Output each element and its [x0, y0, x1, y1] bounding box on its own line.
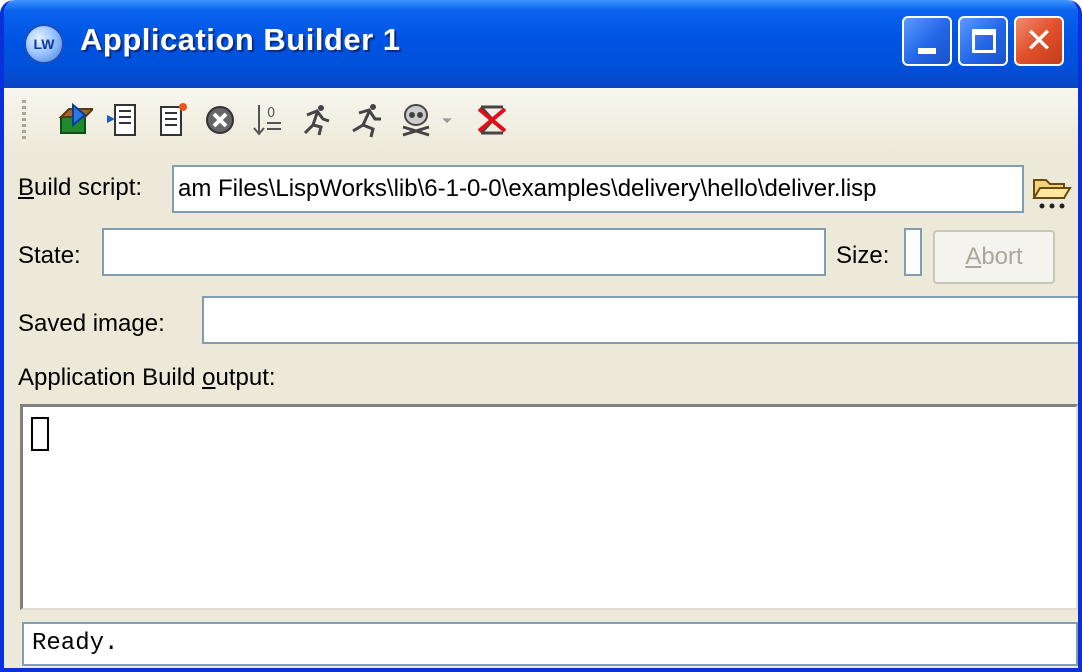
build-script-value: am Files\LispWorks\lib\6-1-0-0\examples\…	[178, 175, 877, 202]
status-text: Ready.	[32, 630, 119, 657]
build-output-pane[interactable]	[20, 404, 1078, 610]
sort-icon: 0	[253, 105, 281, 136]
toolbar-grip[interactable]	[22, 100, 26, 140]
clear-icon	[477, 105, 507, 135]
saved-image-label: Saved image:	[18, 310, 165, 337]
saved-image-field[interactable]	[202, 296, 1078, 344]
minimize-button[interactable]	[902, 16, 952, 66]
status-bar: Ready.	[22, 622, 1078, 666]
minimize-icon	[918, 48, 936, 54]
toolbar: 0	[4, 88, 1078, 152]
size-label: Size:	[836, 242, 890, 269]
close-button[interactable]: ✕	[1014, 16, 1064, 66]
abort-button[interactable]: Abort	[933, 230, 1055, 284]
stop-button[interactable]	[198, 98, 242, 142]
new-script-button[interactable]	[150, 98, 194, 142]
dropdown-arrow-icon	[442, 118, 452, 124]
skull-icon	[402, 104, 430, 137]
run-button[interactable]	[294, 98, 338, 142]
clear-button[interactable]	[470, 98, 514, 142]
sort-button[interactable]: 0	[246, 98, 290, 142]
build-script-label: Build script:	[18, 174, 143, 201]
open-folder-icon	[1032, 179, 1072, 209]
stop-icon	[206, 106, 234, 134]
run-alt-icon	[352, 104, 381, 138]
build-output-label: Application Build output:	[18, 364, 276, 391]
run-alt-button[interactable]	[344, 98, 388, 142]
state-field[interactable]	[102, 228, 826, 276]
window-title: Application Builder 1	[80, 22, 401, 57]
state-label: State:	[18, 242, 81, 269]
close-icon: ✕	[1024, 21, 1054, 61]
browse-button[interactable]	[1030, 168, 1074, 212]
maximize-icon	[972, 29, 996, 53]
build-script-input[interactable]: am Files\LispWorks\lib\6-1-0-0\examples\…	[172, 165, 1024, 213]
title-bar[interactable]: LW Application Builder 1 ✕	[4, 0, 1078, 88]
skull-dropdown-button[interactable]	[432, 98, 462, 142]
application-builder-window: LW Application Builder 1 ✕ 0 Build scrip…	[0, 0, 1082, 672]
edit-script-icon	[107, 104, 136, 136]
build-button[interactable]	[52, 98, 96, 142]
new-script-icon	[160, 103, 187, 136]
size-field[interactable]	[904, 228, 922, 276]
edit-script-button[interactable]	[102, 98, 146, 142]
text-cursor	[31, 417, 49, 451]
maximize-button[interactable]	[958, 16, 1008, 66]
build-icon	[58, 102, 93, 134]
run-icon	[303, 105, 330, 136]
svg-text:0: 0	[267, 106, 275, 121]
lispworks-app-icon[interactable]: LW	[24, 24, 64, 64]
